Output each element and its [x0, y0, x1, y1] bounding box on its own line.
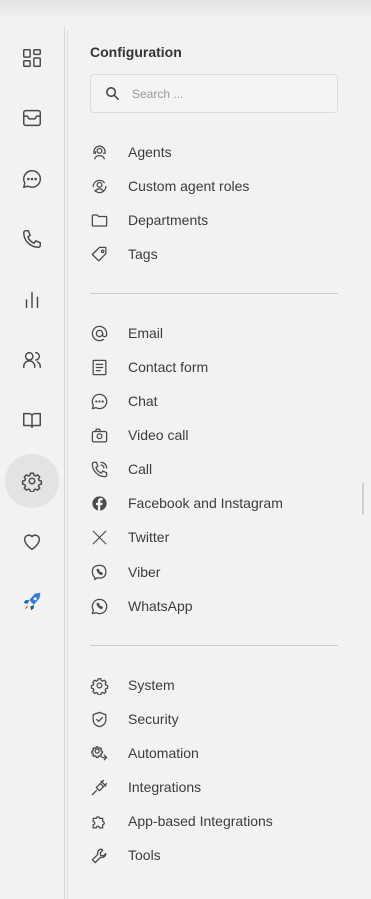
menu-item-app-based-integrations[interactable]: App-based Integrations [90, 808, 338, 834]
menu-item-security[interactable]: Security [90, 706, 338, 732]
page-title: Configuration [90, 44, 182, 60]
scrollbar-thumb[interactable] [362, 483, 364, 515]
menu-item-tags[interactable]: Tags [90, 241, 338, 267]
search-box[interactable] [90, 74, 338, 113]
shield-check-icon [92, 711, 107, 727]
mail-icon [23, 109, 41, 127]
top-shadow [0, 0, 371, 18]
menu-item-call[interactable]: Call [90, 456, 338, 482]
tag-icon [91, 246, 107, 261]
puzzle-icon [92, 815, 105, 828]
phone-icon [23, 230, 41, 248]
menu-item-chat[interactable]: Chat [90, 388, 338, 414]
rail-item-upgrade[interactable] [5, 575, 59, 629]
rail-item-dashboard[interactable] [5, 31, 59, 85]
bar-chart-icon [25, 291, 39, 309]
menu-item-integrations[interactable]: Integrations [90, 774, 338, 800]
menu-item-label: Tags [128, 246, 158, 262]
whatsapp-icon [91, 598, 108, 614]
facebook-icon [92, 495, 107, 511]
menu-item-label: Video call [128, 427, 189, 443]
menu-item-label: WhatsApp [128, 598, 193, 614]
menu-item-email[interactable]: Email [90, 320, 338, 346]
rail-divider [67, 30, 68, 899]
wrench-icon [91, 848, 107, 863]
menu-item-label: Integrations [128, 779, 202, 795]
menu-item-label: Tools [128, 847, 161, 863]
video-call-icon [91, 428, 108, 442]
menu-item-custom-agent-roles[interactable]: Custom agent roles [90, 173, 338, 199]
menu-item-label: Email [128, 325, 164, 341]
menu-item-label: Call [128, 461, 153, 477]
book-icon [23, 412, 41, 429]
section-divider [90, 293, 338, 294]
menu-item-label: Custom agent roles [128, 178, 250, 194]
chat-bubble-icon [23, 170, 42, 188]
menu-item-label: Security [128, 711, 179, 727]
rail-item-chat[interactable] [5, 152, 59, 206]
chat-icon [91, 393, 108, 409]
rail-item-customers[interactable] [5, 333, 59, 387]
menu-item-automation[interactable]: Automation [90, 740, 338, 766]
form-icon [92, 359, 107, 375]
rail-item-mail[interactable] [5, 91, 59, 145]
rail-item-knowledgebase[interactable] [5, 393, 59, 447]
menu-item-twitter[interactable]: Twitter [90, 524, 338, 550]
rail-item-reports[interactable] [5, 273, 59, 327]
rail-item-calls[interactable] [5, 212, 59, 266]
agent-headset-icon [93, 145, 106, 159]
at-icon [91, 325, 108, 341]
phone-call-icon [91, 461, 108, 477]
dashboard-icon [23, 49, 41, 67]
menu-item-label: Departments [128, 212, 209, 228]
menu-item-whatsapp[interactable]: WhatsApp [90, 593, 338, 619]
menu-item-contact-form[interactable]: Contact form [90, 354, 338, 380]
menu-item-video-call[interactable]: Video call [90, 422, 338, 448]
automation-icon [91, 745, 108, 760]
menu-item-agents[interactable]: Agents [90, 139, 338, 165]
menu-item-facebook-instagram[interactable]: Facebook and Instagram [90, 490, 338, 516]
menu-item-label: Chat [128, 393, 158, 409]
plug-icon [91, 779, 108, 795]
viber-icon [91, 564, 107, 580]
menu-item-system[interactable]: System [90, 672, 338, 698]
menu-item-label: Facebook and Instagram [128, 495, 283, 511]
menu-item-label: Viber [128, 564, 161, 580]
folder-icon [91, 213, 108, 227]
menu-item-label: Contact form [128, 359, 209, 375]
rail-item-favorites[interactable] [5, 515, 59, 569]
gear-icon [21, 472, 43, 492]
menu-item-tools[interactable]: Tools [90, 842, 338, 868]
rocket-icon [23, 592, 41, 611]
heart-icon [23, 534, 41, 551]
system-gear-icon [90, 677, 109, 695]
menu-item-label: App-based Integrations [128, 813, 273, 829]
search-icon [106, 87, 119, 100]
menu-item-label: Twitter [128, 529, 170, 545]
menu-item-label: Agents [128, 144, 172, 160]
menu-item-departments[interactable]: Departments [90, 207, 338, 233]
menu-item-label: Automation [128, 745, 199, 761]
search-input[interactable] [130, 85, 324, 102]
section-divider [90, 645, 338, 646]
users-icon [23, 351, 41, 369]
agent-roles-icon [92, 179, 107, 193]
rail-item-configuration[interactable] [5, 454, 59, 508]
menu-item-viber[interactable]: Viber [90, 559, 338, 585]
menu-item-label: System [128, 677, 175, 693]
x-twitter-icon [92, 530, 107, 544]
